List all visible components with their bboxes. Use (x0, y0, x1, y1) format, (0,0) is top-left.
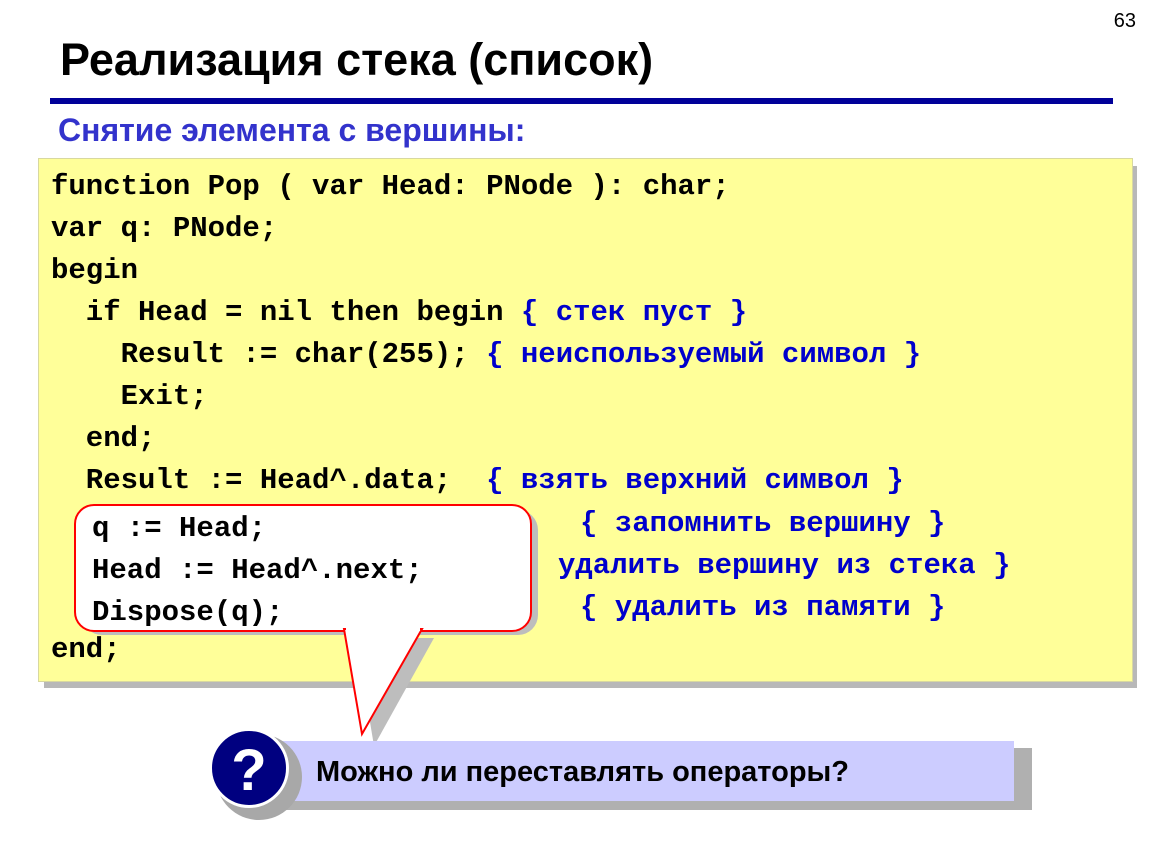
code-line-7: end; (51, 422, 156, 455)
code-text: Result := char(255); (51, 338, 487, 371)
slide-number: 63 (1113, 10, 1136, 32)
code-line-5: Result := char(255); { неиспользуемый си… (51, 335, 922, 375)
question-box: Можно ли переставлять операторы? (256, 741, 1014, 801)
code-text: Result := Head^.data; (51, 464, 487, 497)
callout-bubble: q := Head; Head := Head^.next; Dispose(q… (74, 504, 532, 632)
page-title: Реализация стека (список) (60, 34, 654, 85)
code-comment: { взять верхний символ } (486, 464, 904, 497)
code-line-1: function Pop ( var Head: PNode ): char; (51, 170, 730, 203)
code-line-10-comment: удалить вершину из стека } (558, 549, 1011, 582)
code-line-4: if Head = nil then begin { стек пуст } (51, 293, 747, 333)
code-line-2: var q: PNode; (51, 212, 278, 245)
code-comment: { стек пуст } (520, 296, 748, 329)
code-line-9-comment: { запомнить вершину } (580, 507, 946, 540)
callout-line-1: q := Head; (92, 512, 267, 545)
code-line-12: end; (51, 633, 121, 666)
code-line-8: Result := Head^.data; { взять верхний си… (51, 461, 904, 501)
code-line-3: begin (51, 254, 139, 287)
question-mark-icon: ? (209, 728, 289, 808)
callout-line-3: Dispose(q); (92, 596, 284, 629)
callout-line-2: Head := Head^.next; (92, 554, 423, 587)
question-text: Можно ли переставлять операторы? (316, 756, 850, 788)
code-line-11-comment: { удалить из памяти } (580, 591, 946, 624)
code-line-6: Exit; (51, 380, 208, 413)
title-divider (50, 98, 1113, 104)
code-comment: { неиспользуемый символ } (486, 338, 922, 371)
subtitle: Снятие элемента с вершины: (58, 112, 526, 148)
code-text: if Head = nil then begin (51, 296, 521, 329)
